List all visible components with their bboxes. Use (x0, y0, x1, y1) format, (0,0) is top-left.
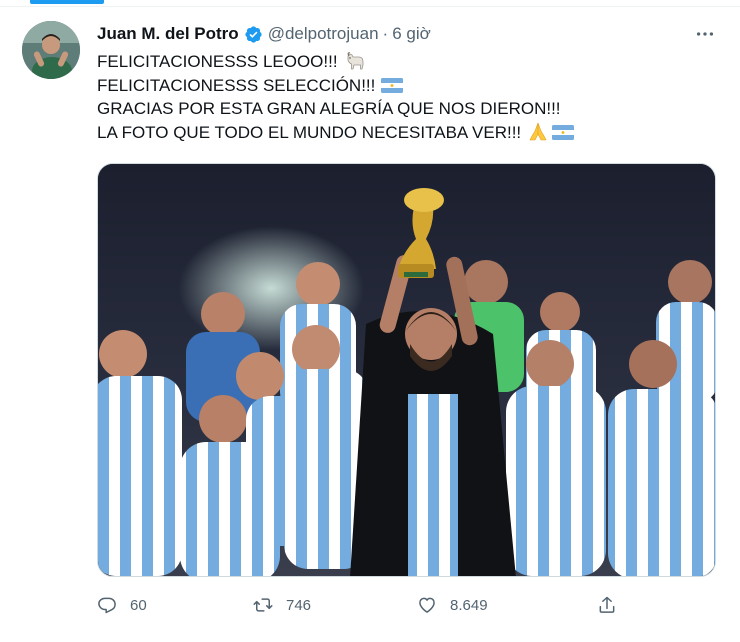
share-icon (599, 596, 615, 613)
text-line: GRACIAS POR ESTA GRAN ALEGRÍA QUE NOS DI… (97, 97, 707, 121)
author-handle[interactable]: @delpotrojuan (268, 24, 379, 44)
text-line: FELICITACIONESSS LEOOO!!! (97, 50, 707, 74)
like-button[interactable]: 8.649 (417, 593, 488, 617)
separator-dot: · (382, 24, 389, 43)
timestamp[interactable]: 6 giờ (392, 24, 431, 44)
retweet-icon (253, 598, 273, 612)
text-line-1: FELICITACIONESSS LEOOO!!! (97, 52, 338, 71)
retweet-count: 746 (286, 596, 312, 614)
text-line: LA FOTO QUE TODO EL MUNDO NECESITABA VER… (97, 121, 707, 145)
retweet-button[interactable]: 746 (253, 593, 311, 617)
reply-button[interactable]: 60 (97, 593, 147, 617)
more-icon[interactable] (694, 23, 716, 45)
folded-hands-emoji (529, 123, 547, 141)
argentina-flag-emoji (552, 124, 575, 140)
author-name[interactable]: Juan M. del Potro (97, 24, 239, 44)
share-button[interactable] (597, 593, 617, 617)
reply-icon (98, 597, 116, 614)
text-line-2: FELICITACIONESSS SELECCIÓN!!! (97, 75, 376, 95)
text-line-3: GRACIAS POR ESTA GRAN ALEGRÍA QUE NOS DI… (97, 99, 561, 118)
like-count: 8.649 (450, 596, 488, 614)
tweet-header: Juan M. del Potro @delpotrojuan · 6 giờ (97, 23, 720, 45)
active-tab-indicator (30, 0, 104, 4)
text-line: FELICITACIONESSS SELECCIÓN!!! (97, 74, 707, 98)
argentina-flag-emoji (381, 77, 404, 93)
like-icon (419, 597, 435, 613)
goat-emoji (347, 51, 363, 70)
tweet-photo[interactable] (97, 163, 716, 577)
tweet[interactable]: Juan M. del Potro @delpotrojuan · 6 giờ … (0, 7, 740, 642)
avatar[interactable] (22, 21, 80, 79)
reply-count: 60 (130, 596, 147, 614)
verified-icon (245, 25, 262, 43)
action-bar: 60 746 8.649 (97, 593, 627, 617)
tweet-text: FELICITACIONESSS LEOOO!!! FELICITACIONES… (97, 50, 707, 144)
text-line-4: LA FOTO QUE TODO EL MUNDO NECESITABA VER… (97, 122, 522, 142)
